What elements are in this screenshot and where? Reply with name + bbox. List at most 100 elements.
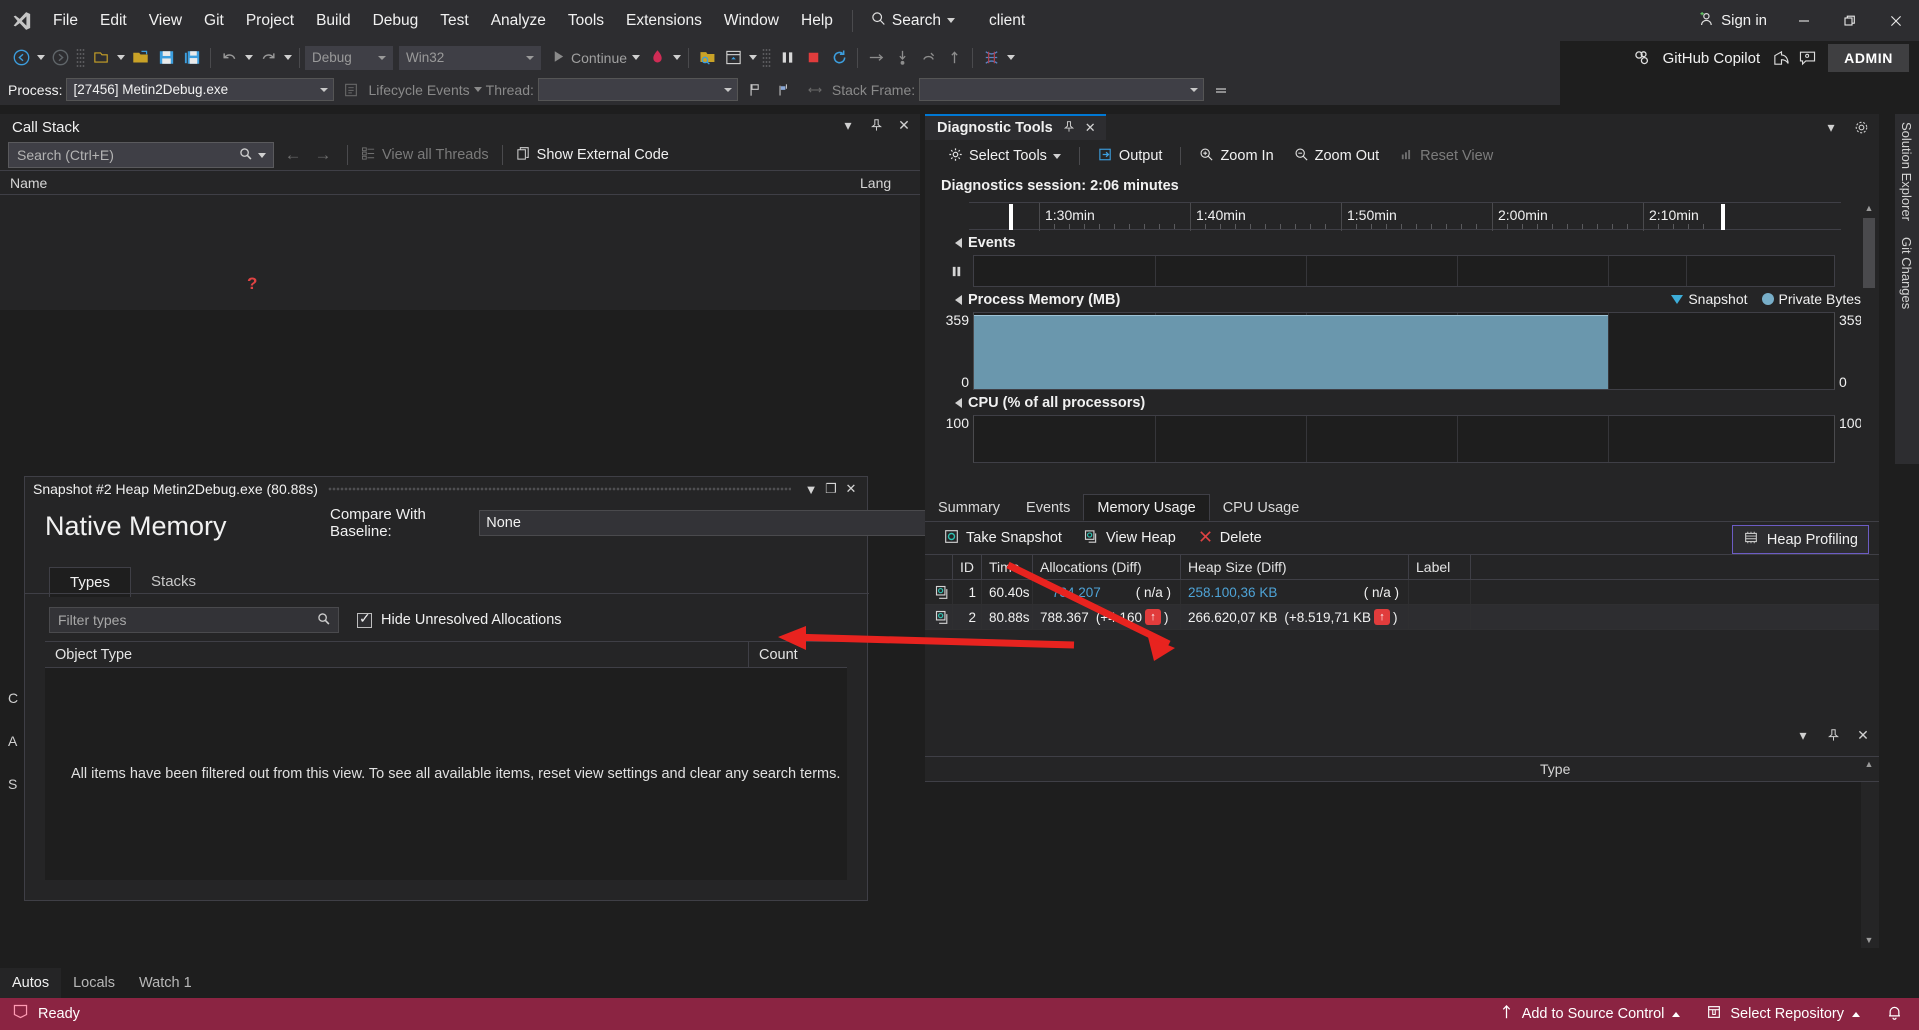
feedback-icon[interactable] (1794, 45, 1820, 71)
add-to-source-control-button[interactable]: Add to Source Control (1489, 1000, 1691, 1028)
row-heap-size-cell[interactable]: 258.100,36 KB ( n/a ) (1181, 580, 1409, 604)
menu-debug[interactable]: Debug (362, 0, 430, 41)
gear-icon[interactable] (1853, 118, 1869, 136)
open-folder-search-button[interactable] (694, 45, 720, 71)
events-section-header[interactable]: Events (939, 230, 1869, 255)
snapshot-row-icon[interactable] (925, 580, 953, 604)
column-id[interactable]: ID (953, 555, 982, 579)
collapse-triangle-icon[interactable] (955, 398, 962, 408)
column-name[interactable]: Name (0, 175, 850, 191)
filter-types-input[interactable]: Filter types (49, 607, 339, 633)
tab-locals[interactable]: Locals (61, 968, 127, 998)
timeline-cursor-end[interactable] (1721, 204, 1725, 230)
step-into-button[interactable] (889, 45, 915, 71)
call-stack-search-input[interactable]: Search (Ctrl+E) (8, 142, 274, 168)
cpu-section-header[interactable]: CPU (% of all processors) (939, 390, 1869, 415)
scrollbar-thumb[interactable] (1863, 218, 1875, 288)
pin-icon[interactable] (868, 116, 884, 134)
row-allocations-cell[interactable]: 788.367 (+4.160 ↑ ) (1033, 605, 1181, 629)
stack-frame-combo[interactable] (919, 78, 1204, 101)
hot-reload-dropdown[interactable] (670, 45, 683, 71)
process-combo[interactable]: [27456] Metin2Debug.exe (66, 78, 334, 101)
snapshot-close-icon[interactable]: ✕ (841, 479, 861, 499)
nav-next-frame-button[interactable]: → (312, 143, 334, 167)
column-heap-size[interactable]: Heap Size (Diff) (1181, 555, 1409, 579)
search-options-chevron-down-icon[interactable] (258, 153, 266, 158)
tab-summary[interactable]: Summary (925, 494, 1013, 521)
column-object-type[interactable]: Object Type (45, 647, 748, 663)
nav-back-button[interactable] (8, 45, 34, 71)
vtab-solution-explorer[interactable]: Solution Explorer (1895, 114, 1918, 229)
step-up-button[interactable] (941, 45, 967, 71)
close-icon[interactable]: ✕ (1085, 120, 1096, 136)
nav-forward-button[interactable] (47, 45, 73, 71)
new-project-dropdown[interactable] (114, 45, 127, 71)
select-repository-button[interactable]: Select Repository (1696, 1000, 1870, 1028)
redo-dropdown[interactable] (281, 45, 294, 71)
close-icon[interactable]: ✕ (1855, 726, 1871, 744)
github-copilot-button[interactable]: GitHub Copilot (1621, 45, 1769, 71)
row-allocations-cell[interactable]: 784.207 ( n/a ) (1033, 580, 1181, 604)
timeline-ruler[interactable]: 1:30min 1:40min 1:50min 2:00min 2:10min (969, 202, 1841, 230)
threads-button[interactable] (978, 45, 1004, 71)
menu-edit[interactable]: Edit (89, 0, 138, 41)
tab-diagnostic-tools[interactable]: Diagnostic Tools ✕ (925, 114, 1106, 140)
tab-memory-usage[interactable]: Memory Usage (1083, 494, 1209, 521)
menu-help[interactable]: Help (790, 0, 844, 41)
toolbar-grip-2[interactable] (762, 48, 771, 68)
step-out-button[interactable] (915, 45, 941, 71)
column-time[interactable]: Time (982, 555, 1033, 579)
column-allocations[interactable]: Allocations (Diff) (1033, 555, 1181, 579)
undo-dropdown[interactable] (242, 45, 255, 71)
column-label[interactable]: Label (1409, 555, 1471, 579)
menu-analyze[interactable]: Analyze (480, 0, 557, 41)
flag-all-icon[interactable] (772, 77, 798, 103)
notifications-button[interactable] (1876, 1000, 1913, 1029)
column-count[interactable]: Count (748, 641, 798, 668)
share-icon[interactable] (1768, 45, 1794, 71)
pin-icon[interactable] (1063, 120, 1075, 136)
hide-unresolved-allocations-checkbox[interactable]: Hide Unresolved Allocations (357, 612, 562, 628)
autos-column-type[interactable]: Type (1540, 761, 1570, 777)
process-memory-section-header[interactable]: Process Memory (MB) Snapshot Private Byt… (939, 287, 1869, 312)
undo-button[interactable] (216, 45, 242, 71)
nav-back-dropdown[interactable] (34, 45, 47, 71)
table-row[interactable]: 1 60.40s 784.207 ( n/a ) 258.100,36 KB (… (925, 580, 1879, 605)
view-all-threads-button[interactable]: View all Threads (361, 146, 489, 165)
row-label[interactable] (1409, 580, 1471, 604)
close-icon[interactable]: ✕ (896, 116, 912, 134)
menu-file[interactable]: File (42, 0, 89, 41)
minimize-button[interactable] (1781, 0, 1827, 41)
menu-project[interactable]: Project (235, 0, 305, 41)
show-external-code-button[interactable]: Show External Code (516, 146, 669, 165)
tab-events[interactable]: Events (1013, 494, 1083, 521)
select-tools-button[interactable]: Select Tools (939, 143, 1070, 170)
autos-scrollbar[interactable]: ▲ ▼ (1861, 756, 1877, 948)
menu-extensions[interactable]: Extensions (615, 0, 713, 41)
menu-git[interactable]: Git (193, 0, 235, 41)
stop-debugging-button[interactable] (800, 45, 826, 71)
menu-build[interactable]: Build (305, 0, 361, 41)
procrow-overflow-button[interactable] (1208, 77, 1234, 103)
layout-button[interactable] (720, 45, 746, 71)
take-snapshot-button[interactable]: Take Snapshot (935, 525, 1071, 552)
sign-in-button[interactable]: Sign in (1684, 11, 1781, 31)
panel-menu-chevron-down-icon[interactable]: ▾ (1795, 726, 1811, 744)
close-button[interactable] (1873, 0, 1919, 41)
row-heap-size-cell[interactable]: 266.620,07 KB (+8.519,71 KB ↑ ) (1181, 605, 1409, 629)
open-file-button[interactable] (127, 45, 153, 71)
restore-button[interactable] (1827, 0, 1873, 41)
step-over-button[interactable] (863, 45, 889, 71)
layout-dropdown[interactable] (746, 45, 759, 71)
new-project-button[interactable] (88, 45, 114, 71)
menu-tools[interactable]: Tools (557, 0, 615, 41)
table-row[interactable]: 2 80.88s 788.367 (+4.160 ↑ ) 266.620,07 … (925, 605, 1879, 630)
zoom-out-button[interactable]: Zoom Out (1285, 143, 1388, 170)
tab-cpu-usage[interactable]: CPU Usage (1210, 494, 1313, 521)
vtab-git-changes[interactable]: Git Changes (1895, 229, 1918, 317)
flag-icon[interactable] (742, 77, 768, 103)
panel-menu-chevron-down-icon[interactable]: ▾ (1823, 118, 1839, 136)
zoom-in-button[interactable]: Zoom In (1190, 143, 1282, 170)
snapshot-menu-chevron-down-icon[interactable]: ▼ (801, 479, 821, 499)
cpu-chart[interactable] (973, 415, 1835, 463)
